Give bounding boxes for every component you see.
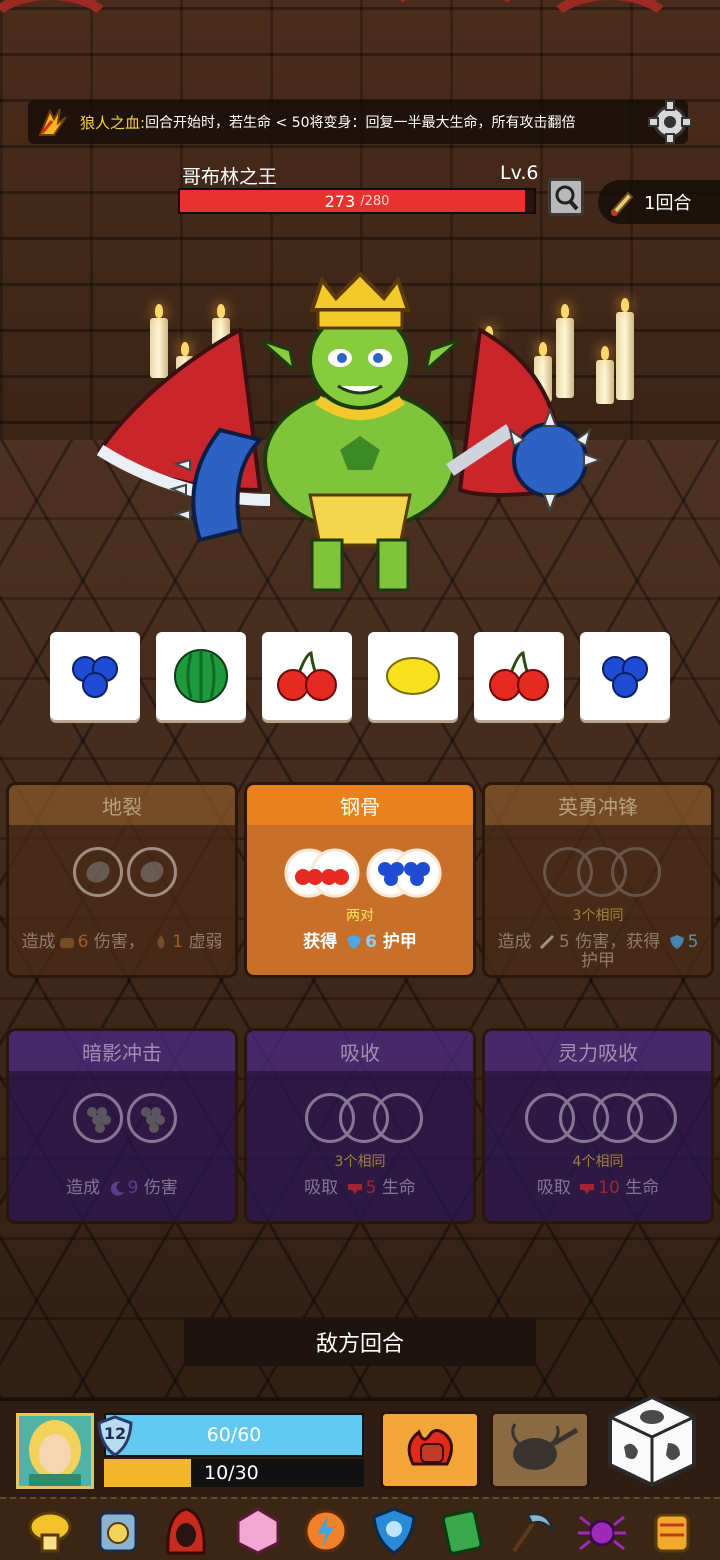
skill-title: 钢骨: [247, 785, 473, 825]
enemy-dice-row: [50, 632, 670, 720]
watermelon-icon: [174, 649, 228, 703]
trait-name: 狼人之血:: [80, 113, 146, 132]
skill-requirement: 3个相同: [572, 908, 624, 924]
skill-title: 英勇冲锋: [485, 785, 711, 825]
turn-banner: 敌方回合: [184, 1318, 536, 1366]
shadow-moon-icon: [110, 1181, 124, 1196]
skill-effect: 造成 9 伤害: [66, 1178, 178, 1198]
ability-fire-fist[interactable]: [380, 1411, 480, 1489]
crystal-dice-icon[interactable]: [232, 1505, 284, 1557]
die-cherry[interactable]: [262, 632, 352, 720]
player-level: 12: [103, 1424, 127, 1443]
scroll-icon: [610, 191, 634, 217]
roll-dice-button[interactable]: [606, 1393, 698, 1489]
grape-slot-icon: [73, 1093, 123, 1143]
skill-card-steel-bone[interactable]: 钢骨 两对 获得 6 护甲: [244, 782, 476, 978]
enemy-name: 哥布林之王: [182, 166, 278, 188]
red-hood-icon[interactable]: [160, 1505, 212, 1557]
player-xp-fill: [104, 1459, 191, 1487]
nut-slot-icon: [127, 847, 177, 897]
player-hud: 60/60 12 10/30: [0, 1394, 720, 1560]
enemy-hp-current: 273: [324, 191, 356, 211]
empty-slot: [627, 1093, 677, 1143]
die-cherry[interactable]: [474, 632, 564, 720]
enemy-level: Lv.6: [500, 162, 539, 184]
skill-effect: 吸取 5 生命: [304, 1178, 416, 1198]
purple-spider-icon[interactable]: [576, 1505, 628, 1557]
trait-description: 回合开始时，若生命 < 50将变身：回复一半最大生命，所有攻击翻倍: [145, 115, 576, 131]
sword-icon: [539, 934, 555, 950]
blueberry-icon: [72, 656, 118, 698]
player-avatar[interactable]: [16, 1413, 94, 1489]
lifesteal-icon: [347, 1184, 362, 1194]
skill-effect: 造成 5 伤害，获得 5 护甲: [497, 932, 699, 971]
inspect-enemy-button[interactable]: [548, 178, 584, 216]
blue-shield-gem-icon[interactable]: [368, 1505, 420, 1557]
skill-title: 灵力吸收: [485, 1031, 711, 1071]
golden-lantern-icon[interactable]: [646, 1505, 698, 1557]
enemy-hp-bar: 273 /280: [178, 188, 536, 214]
weak-drop-icon: [157, 935, 165, 949]
lightning-orb-icon[interactable]: [300, 1505, 352, 1557]
golden-mushroom-icon[interactable]: [24, 1505, 76, 1557]
skill-card-earth-split[interactable]: 地裂 造成 6 伤害， 1 虚弱: [6, 782, 238, 978]
armor-icon: [669, 935, 684, 949]
ability-fly-swatter[interactable]: [490, 1411, 590, 1489]
skill-effect: 吸取 10 生命: [536, 1178, 660, 1198]
skill-card-shadow-strike[interactable]: 暗影冲击 造成 9 伤害: [6, 1028, 238, 1224]
player-level-badge: 12: [96, 1415, 134, 1457]
round-label: 1回合: [644, 193, 692, 214]
skill-requirement: 3个相同: [334, 1154, 386, 1170]
compass-armor-icon[interactable]: [92, 1505, 144, 1557]
gear-icon[interactable]: [648, 100, 692, 144]
skill-card-spirit-absorb[interactable]: 灵力吸收 4个相同 吸取 10 生命: [482, 1028, 714, 1224]
relic-tray: [0, 1497, 720, 1560]
player-hp-bar: 60/60: [104, 1413, 364, 1457]
fist-icon: [59, 938, 74, 948]
filled-slots: [284, 848, 442, 898]
player-xp-bar: 10/30: [104, 1459, 364, 1487]
cherry-icon: [489, 650, 549, 701]
werewolf-claw-icon: [38, 108, 67, 136]
skill-title: 吸收: [247, 1031, 473, 1071]
cherry-icon: [277, 650, 337, 701]
enemy-hp-max: /280: [360, 193, 390, 209]
die-lemon[interactable]: [368, 632, 458, 720]
blueberry-icon: [602, 656, 648, 698]
die-watermelon[interactable]: [156, 632, 246, 720]
die-blueberry[interactable]: [580, 632, 670, 720]
green-leaf-card-icon[interactable]: [436, 1505, 488, 1557]
nut-slot-icon: [73, 847, 123, 897]
empty-slot: [373, 1093, 423, 1143]
dungeon-floor: [0, 440, 720, 1560]
empty-slot: [611, 847, 661, 897]
skill-card-heroic-charge[interactable]: 英勇冲锋 3个相同 造成 5 伤害，获得 5 护甲: [482, 782, 714, 978]
lifesteal-icon: [580, 1184, 595, 1194]
grape-slot-icon: [127, 1093, 177, 1143]
skill-requirement: 4个相同: [572, 1154, 624, 1170]
fly-swatter-icon: [511, 1423, 579, 1470]
fire-fist-icon: [407, 1429, 453, 1466]
skill-effect: 造成 6 伤害， 1 虚弱: [21, 932, 223, 952]
magnifier-icon: [555, 185, 579, 211]
die-blueberry[interactable]: [50, 632, 140, 720]
lemon-icon: [386, 657, 440, 695]
goblin-king-enemy[interactable]: [90, 270, 630, 600]
scythe-icon[interactable]: [506, 1505, 558, 1557]
skill-effect: 获得 6 护甲: [303, 932, 417, 952]
skill-title: 暗影冲击: [9, 1031, 235, 1071]
skill-card-absorb[interactable]: 吸收 3个相同 吸取 5 生命: [244, 1028, 476, 1224]
skill-requirement: 两对: [346, 908, 374, 924]
skill-title: 地裂: [9, 785, 235, 825]
armor-icon: [347, 935, 362, 949]
player-hp-text: 60/60: [206, 1424, 262, 1446]
enemy-hp-text: 273 /280: [180, 190, 534, 212]
round-counter: 1回合: [598, 180, 720, 224]
enemy-trait-banner[interactable]: 狼人之血: 回合开始时，若生命 < 50将变身：回复一半最大生命，所有攻击翻倍: [28, 100, 688, 144]
player-xp-text: 10/30: [204, 1462, 259, 1484]
